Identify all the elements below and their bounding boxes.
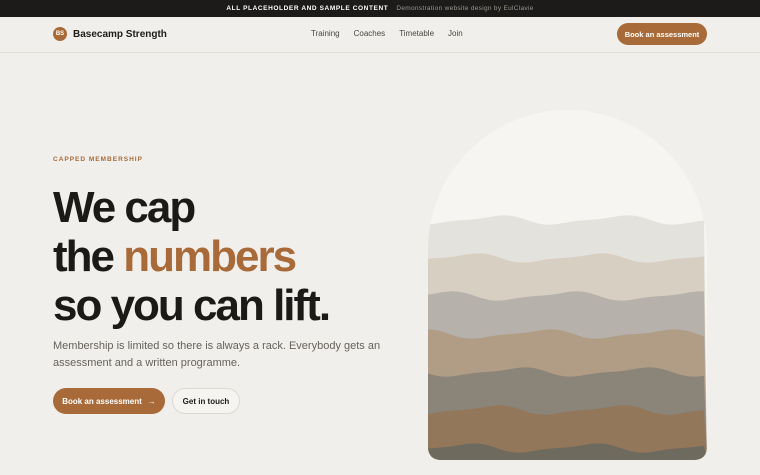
hero-headline: We cap the numbers so you can lift. xyxy=(53,183,331,330)
header-book-assessment-button[interactable]: Book an assessment xyxy=(617,23,707,45)
book-assessment-button[interactable]: Book an assessment → xyxy=(53,388,165,414)
main-nav: Training Coaches Timetable Join xyxy=(311,29,463,38)
placeholder-notice: ALL PLACEHOLDER AND SAMPLE CONTENT xyxy=(226,5,389,12)
nav-link-training[interactable]: Training xyxy=(311,29,340,38)
headline-accent-word: numbers xyxy=(123,232,297,281)
brand-name: Basecamp Strength xyxy=(73,28,167,40)
headline-line-1: We cap xyxy=(53,183,196,232)
hero-description: Membership is limited so there is always… xyxy=(53,340,381,369)
hero-illustration xyxy=(428,110,707,460)
nav-link-coaches[interactable]: Coaches xyxy=(354,29,386,38)
wave-bands xyxy=(428,110,707,460)
design-credit: Demonstration website design by EulClavi… xyxy=(396,5,534,12)
get-in-touch-button[interactable]: Get in touch xyxy=(172,388,240,414)
announcement-bar: ALL PLACEHOLDER AND SAMPLE CONTENT Demon… xyxy=(0,0,760,17)
headline-line-3: so you can lift. xyxy=(53,281,331,330)
book-assessment-label: Book an assessment xyxy=(62,396,142,406)
nav-link-timetable[interactable]: Timetable xyxy=(399,29,434,38)
hero-eyebrow: CAPPED MEMBERSHIP xyxy=(53,156,143,163)
site-header: BS Basecamp Strength Training Coaches Ti… xyxy=(0,17,760,53)
logo-badge-icon: BS xyxy=(53,27,67,41)
brand-logo[interactable]: BS Basecamp Strength xyxy=(53,27,167,41)
arrow-right-icon: → xyxy=(147,396,156,406)
nav-link-join[interactable]: Join xyxy=(448,29,463,38)
headline-line-2-start: the xyxy=(53,232,124,281)
